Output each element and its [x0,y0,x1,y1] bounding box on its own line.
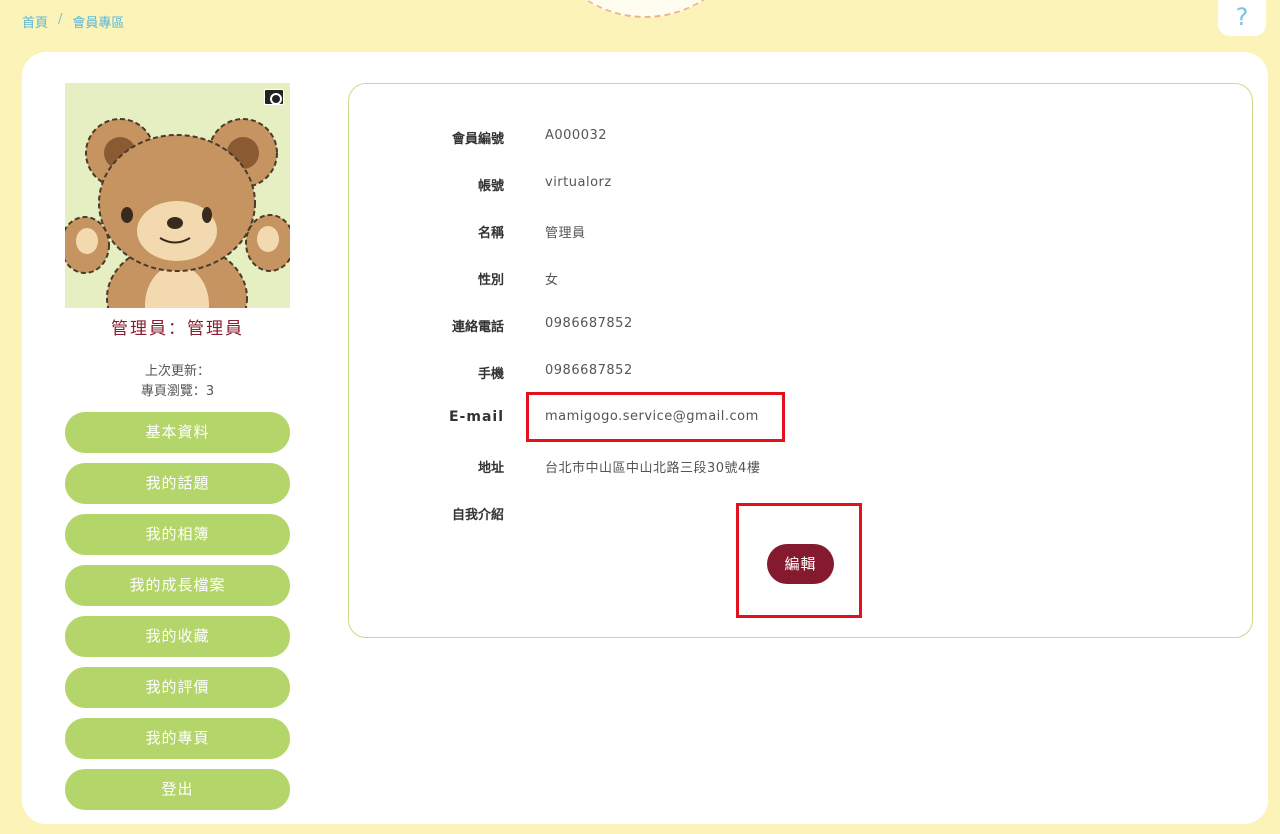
field-email: E-mail mamigogo.service@gmail.com [349,409,1254,433]
field-value: 管理員 [545,226,586,241]
field-label: 名稱 [477,226,504,241]
field-label: 手機 [477,367,504,382]
breadcrumb-home[interactable]: 首頁 [22,12,48,31]
menu-my-reviews-button[interactable]: 我的評價 [65,667,290,708]
field-label: E-mail [448,409,504,425]
side-menu: 基本資料 我的話題 我的相簿 我的成長檔案 我的收藏 我的評價 我的專頁 登出 [65,412,290,820]
field-account: 帳號 virtualorz [349,175,1254,199]
field-label: 帳號 [477,179,504,194]
header-decoration [530,0,760,18]
breadcrumb-separator: / [58,12,63,27]
field-value: virtualorz [545,175,612,190]
breadcrumb-member-area[interactable]: 會員專區 [72,12,124,31]
edit-button[interactable]: 編輯 [767,544,834,584]
user-meta: 上次更新： 專頁瀏覽：3 [65,362,290,402]
field-address: 地址 台北市中山區中山北路三段30號4樓 [349,457,1254,481]
menu-my-albums-button[interactable]: 我的相簿 [65,514,290,555]
menu-my-topics-button[interactable]: 我的話題 [65,463,290,504]
field-member-id: 會員編號 A000032 [349,128,1254,152]
field-phone: 連絡電話 0986687852 [349,316,1254,340]
field-label: 連絡電話 [451,320,504,335]
user-title: 管理員：管理員 [111,319,244,339]
logout-button[interactable]: 登出 [65,769,290,810]
email-highlight-box [526,392,785,442]
menu-basic-info-button[interactable]: 基本資料 [65,412,290,453]
field-value: A000032 [545,128,608,143]
menu-growth-records-button[interactable]: 我的成長檔案 [65,565,290,606]
field-value: 0986687852 [545,363,633,378]
last-update: 上次更新： [144,364,210,379]
field-name: 名稱 管理員 [349,222,1254,246]
bear-avatar-icon [65,118,290,308]
field-label: 自我介紹 [451,508,504,523]
field-value: 台北市中山區中山北路三段30號4樓 [545,461,761,476]
menu-my-page-button[interactable]: 我的專頁 [65,718,290,759]
breadcrumb: 首頁 / 會員專區 [22,12,124,31]
menu-my-favorites-button[interactable]: 我的收藏 [65,616,290,657]
camera-icon[interactable] [264,89,284,105]
avatar[interactable] [65,83,290,308]
field-gender: 性別 女 [349,269,1254,293]
field-label: 地址 [477,461,504,476]
field-value: 女 [545,273,559,288]
field-label: 性別 [477,273,504,288]
field-label: 會員編號 [451,132,504,147]
field-value: 0986687852 [545,316,633,331]
field-mobile: 手機 0986687852 [349,363,1254,387]
help-button[interactable]: ? [1218,0,1266,36]
page-views: 專頁瀏覽：3 [140,384,215,399]
